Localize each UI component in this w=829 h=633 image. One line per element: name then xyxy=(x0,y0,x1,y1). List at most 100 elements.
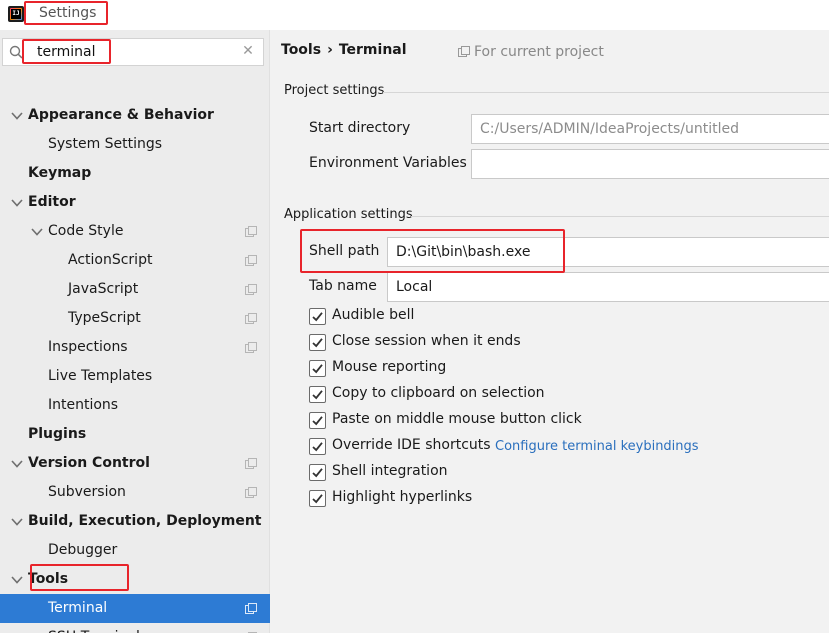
sidebar-item[interactable]: System Settings xyxy=(0,130,270,159)
checkmark-icon xyxy=(312,390,323,400)
sidebar-item-label: Inspections xyxy=(48,339,128,355)
checkbox[interactable] xyxy=(309,490,326,507)
annotation-box-search xyxy=(22,39,111,64)
checkbox-label: Audible bell xyxy=(332,307,415,323)
sidebar-item-label: SSH Terminal xyxy=(48,629,140,633)
checkbox-label: Paste on middle mouse button click xyxy=(332,411,582,427)
project-scope-icon xyxy=(245,255,257,266)
sidebar-item-label: Keymap xyxy=(28,165,92,181)
annotation-box-title xyxy=(24,1,108,25)
breadcrumb: Tools › Terminal xyxy=(281,42,407,58)
sidebar-item-label: Intentions xyxy=(48,397,119,413)
sidebar-item-label: JavaScript xyxy=(68,281,139,297)
tab-name-field[interactable]: Local xyxy=(387,272,829,302)
sidebar-item[interactable]: Plugins xyxy=(0,420,270,449)
checkmark-icon xyxy=(312,338,323,348)
sidebar-item-label: Plugins xyxy=(28,426,87,442)
checkbox[interactable] xyxy=(309,386,326,403)
checkbox-label: Override IDE shortcuts xyxy=(332,437,491,453)
sidebar-item-label: Terminal xyxy=(48,600,108,616)
checkbox-label: Mouse reporting xyxy=(332,359,447,375)
breadcrumb-separator: › xyxy=(327,42,333,58)
checkmark-icon xyxy=(312,416,323,426)
sidebar-item[interactable]: Code Style xyxy=(0,217,270,246)
sidebar-item[interactable]: Debugger xyxy=(0,536,270,565)
settings-content-panel: Tools › Terminal For current project Proje… xyxy=(271,30,829,633)
project-scope-icon xyxy=(458,46,470,57)
checkbox-label: Copy to clipboard on selection xyxy=(332,385,545,401)
chevron-down-icon[interactable] xyxy=(11,110,23,122)
sidebar-item[interactable]: Keymap xyxy=(0,159,270,188)
checkbox[interactable] xyxy=(309,308,326,325)
tab-name-label: Tab name xyxy=(309,278,377,294)
chevron-down-icon[interactable] xyxy=(11,516,23,528)
tab-name-value: Local xyxy=(396,279,433,295)
sidebar-item-label: Live Templates xyxy=(48,368,153,384)
checkmark-icon xyxy=(312,312,323,322)
annotation-box-shell-path xyxy=(300,229,565,273)
project-settings-title: Project settings xyxy=(284,83,385,98)
checkmark-icon xyxy=(312,494,323,504)
checkbox[interactable] xyxy=(309,360,326,377)
project-scope-icon xyxy=(245,342,257,353)
sidebar-item-label: System Settings xyxy=(48,136,163,152)
sidebar-item[interactable]: Inspections xyxy=(0,333,270,362)
sidebar-item-label: Code Style xyxy=(48,223,124,239)
checkbox[interactable] xyxy=(309,334,326,351)
project-scope-icon xyxy=(245,487,257,498)
sidebar-item-label: Version Control xyxy=(28,455,150,471)
checkbox[interactable] xyxy=(309,438,326,455)
settings-sidebar: ✕ Appearance & Behavior System Settings Ke… xyxy=(0,30,270,633)
sidebar-item[interactable]: Appearance & Behavior xyxy=(0,101,270,130)
checkbox-label: Highlight hyperlinks xyxy=(332,489,473,505)
checkmark-icon xyxy=(312,442,323,452)
chevron-down-icon[interactable] xyxy=(31,226,43,238)
sidebar-item[interactable]: TypeScript xyxy=(0,304,270,333)
sidebar-item-label: Subversion xyxy=(48,484,126,500)
checkmark-icon xyxy=(312,364,323,374)
sidebar-item-label: Editor xyxy=(28,194,76,210)
breadcrumb-parent[interactable]: Tools xyxy=(281,42,321,58)
environment-variables-label: Environment Variables xyxy=(309,155,467,171)
sidebar-item-label: Appearance & Behavior xyxy=(28,107,214,123)
chevron-down-icon[interactable] xyxy=(11,574,23,586)
start-directory-field[interactable]: C:/Users/ADMIN/IdeaProjects/untitled xyxy=(471,114,829,144)
project-scope-icon xyxy=(245,313,257,324)
clear-search-icon[interactable]: ✕ xyxy=(241,44,255,58)
start-directory-label: Start directory xyxy=(309,120,411,136)
checkbox-label: Shell integration xyxy=(332,463,448,479)
sidebar-item[interactable]: SSH Terminal xyxy=(0,623,270,633)
sidebar-item[interactable]: Live Templates xyxy=(0,362,270,391)
sidebar-item[interactable]: Subversion xyxy=(0,478,270,507)
sidebar-item[interactable]: Build, Execution, Deployment xyxy=(0,507,270,536)
intellij-app-icon xyxy=(8,6,24,22)
sidebar-item-label: ActionScript xyxy=(68,252,153,268)
chevron-down-icon[interactable] xyxy=(11,197,23,209)
checkbox[interactable] xyxy=(309,412,326,429)
sidebar-item[interactable]: Version Control xyxy=(0,449,270,478)
sidebar-item[interactable]: Intentions xyxy=(0,391,270,420)
title-bar: Settings xyxy=(0,0,829,30)
project-scope-icon xyxy=(245,284,257,295)
sidebar-item[interactable]: Terminal xyxy=(0,594,270,623)
section-divider xyxy=(383,92,829,93)
sidebar-item-label: TypeScript xyxy=(68,310,141,326)
checkbox[interactable] xyxy=(309,464,326,481)
sidebar-item-label: Build, Execution, Deployment xyxy=(28,513,262,529)
sidebar-item[interactable]: Editor xyxy=(0,188,270,217)
checkmark-icon xyxy=(312,468,323,478)
environment-variables-field[interactable] xyxy=(471,149,829,179)
sidebar-item[interactable]: JavaScript xyxy=(0,275,270,304)
chevron-down-icon[interactable] xyxy=(11,458,23,470)
configure-keybindings-link[interactable]: Configure terminal keybindings xyxy=(495,439,699,454)
annotation-box-terminal xyxy=(30,564,129,591)
project-scope-icon xyxy=(245,603,257,614)
section-divider xyxy=(411,216,829,217)
checkbox-label: Close session when it ends xyxy=(332,333,521,349)
search-icon xyxy=(9,45,23,59)
project-scope-icon xyxy=(245,458,257,469)
start-directory-value: C:/Users/ADMIN/IdeaProjects/untitled xyxy=(480,121,740,137)
sidebar-item[interactable]: ActionScript xyxy=(0,246,270,275)
application-settings-title: Application settings xyxy=(284,207,413,222)
breadcrumb-current: Terminal xyxy=(338,42,407,58)
